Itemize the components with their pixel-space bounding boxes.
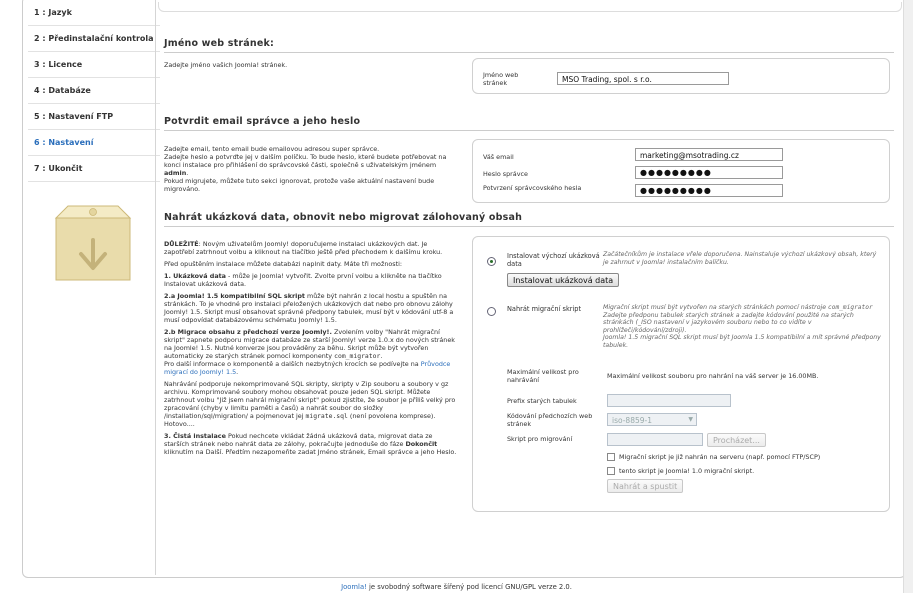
migration-file-input[interactable] bbox=[607, 433, 703, 446]
upload-paragraph: Nahrávání podporuje nekomprimované SQL s… bbox=[164, 380, 456, 428]
password-label: Heslo správce bbox=[483, 170, 528, 178]
already-uploaded-checkbox[interactable] bbox=[607, 453, 615, 461]
password-input[interactable]: ●●●●●●●●● bbox=[635, 166, 783, 179]
footer-text: je svobodný software šířený pod licencí … bbox=[366, 583, 572, 591]
before-paragraph: Před opuštěním instalace můžete databázi… bbox=[164, 260, 403, 268]
admin-desc: Zadejte email, tento email bude emailovo… bbox=[164, 145, 458, 193]
migrate-script-label: Nahrát migrační skript bbox=[507, 305, 582, 313]
migrate-script-radio[interactable] bbox=[487, 307, 496, 316]
sample-data-desc: DŮLEŽITÉ: Novým uživatelům Joomly! dopor… bbox=[164, 240, 458, 460]
install-box-icon bbox=[54, 205, 132, 281]
step-license: 3 : Licence bbox=[28, 52, 160, 78]
encoding-select-value: iso-8859-1 bbox=[612, 416, 652, 425]
migration-script-label: Skript pro migrování bbox=[507, 435, 573, 443]
sample-data-heading: Nahrát ukázková data, obnovit nebo migro… bbox=[164, 212, 894, 227]
install-sample-radio[interactable] bbox=[487, 257, 496, 266]
confirm-password-input[interactable]: ●●●●●●●●● bbox=[635, 184, 783, 197]
step-ftp: 5 : Nastavení FTP bbox=[28, 104, 160, 130]
important-paragraph: DŮLEŽITÉ: Novým uživatelům Joomly! dopor… bbox=[164, 240, 443, 256]
site-name-desc: Zadejte jméno vašich Joomla! stránek. bbox=[164, 61, 288, 69]
step-language: 1 : Jazyk bbox=[28, 0, 160, 26]
browse-button[interactable]: Procházet... bbox=[707, 433, 766, 447]
table-prefix-input[interactable] bbox=[607, 394, 731, 407]
main-panel: Jméno web stránek: Zadejte jméno vašich … bbox=[155, 0, 903, 575]
step-configuration: 6 : Nastavení bbox=[28, 130, 160, 156]
option3-paragraph: 3. Čistá instalace Pokud nechcete vkláda… bbox=[164, 432, 457, 456]
top-bar bbox=[158, 2, 902, 12]
table-prefix-label: Prefix starých tabulek bbox=[507, 397, 577, 405]
admin-desc-line3: Pokud migrujete, můžete tuto sekci ignor… bbox=[164, 177, 435, 193]
install-sample-button[interactable]: Instalovat ukázková data bbox=[507, 273, 620, 287]
step-database: 4 : Databáze bbox=[28, 78, 160, 104]
step-preinstall-check: 2 : Předinstalační kontrola bbox=[28, 26, 160, 52]
encoding-select[interactable]: iso-8859-1 ▼ bbox=[607, 413, 697, 426]
steps-sidebar: 1 : Jazyk 2 : Předinstalační kontrola 3 … bbox=[28, 0, 160, 300]
site-name-input[interactable]: MSO Trading, spol. s r.o. bbox=[557, 72, 729, 85]
email-input[interactable]: marketing@msotrading.cz bbox=[635, 148, 783, 161]
joomla10-label: tento skript je Joomla! 1.0 migrační skr… bbox=[619, 467, 755, 475]
site-name-box: Jméno web stránek MSO Trading, spol. s r… bbox=[472, 58, 890, 94]
joomla10-checkbox[interactable] bbox=[607, 467, 615, 475]
encoding-label: Kódování předchozích web stránek bbox=[507, 412, 593, 428]
email-label: Váš email bbox=[483, 153, 514, 161]
admin-desc-line1: Zadejte email, tento email bude emailovo… bbox=[164, 145, 380, 153]
sample-data-box: Instalovat výchozí ukázková data Začáteč… bbox=[472, 236, 890, 512]
migrate-script-note: Migrační skript musí být vytvořen na sta… bbox=[603, 304, 881, 349]
site-name-label: Jméno web stránek bbox=[483, 71, 519, 87]
chevron-down-icon: ▼ bbox=[688, 416, 693, 423]
confirm-password-label: Potvrzení správcovského hesla bbox=[483, 184, 582, 192]
install-sample-note: Začátečníkům je instalace vřele doporuče… bbox=[603, 251, 877, 266]
site-name-heading: Jméno web stránek: bbox=[164, 38, 894, 53]
option2a-paragraph: 2.a Joomla! 1.5 kompatibilní SQL skript … bbox=[164, 292, 454, 324]
scrollbar[interactable] bbox=[903, 0, 913, 593]
admin-desc-line2: Zadejte heslo a potvrďte jej v dalším po… bbox=[164, 153, 447, 177]
step-finish: 7 : Ukončit bbox=[28, 156, 160, 182]
footer: Joomla! je svobodný software šířený pod … bbox=[0, 583, 913, 591]
admin-box: Váš email marketing@msotrading.cz Heslo … bbox=[472, 139, 890, 203]
max-size-value: Maximální velikost souboru pro nahrání n… bbox=[607, 372, 819, 380]
admin-heading: Potvrdit email správce a jeho heslo bbox=[164, 116, 894, 131]
max-size-label: Maximální velikost pro nahrávání bbox=[507, 368, 579, 384]
option1-paragraph: 1. Ukázková data - může je Joomla! vytvo… bbox=[164, 272, 442, 288]
option2b-paragraph: 2.b Migrace obsahu z předchozí verze Joo… bbox=[164, 328, 455, 376]
upload-run-button[interactable]: Nahrát a spustit bbox=[607, 479, 684, 493]
joomla-link[interactable]: Joomla! bbox=[341, 583, 367, 591]
install-sample-label: Instalovat výchozí ukázková data bbox=[507, 252, 600, 268]
already-uploaded-label: Migrační skript je již nahrán na serveru… bbox=[619, 453, 821, 461]
